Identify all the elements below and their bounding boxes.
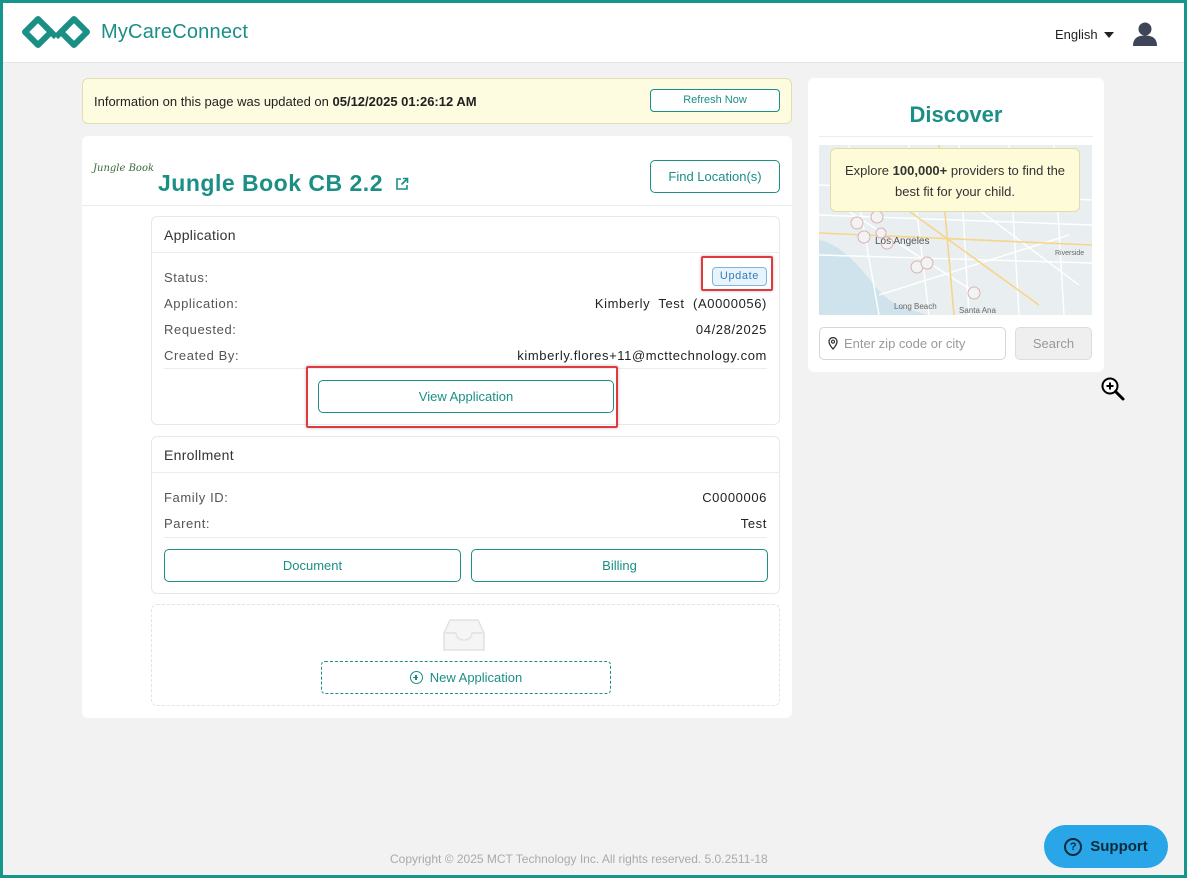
- map-label-los-angeles: Los Angeles: [875, 236, 930, 247]
- enrollment-section: Enrollment Family ID: C0000006 Parent: T…: [151, 436, 780, 594]
- copyright-text: Copyright © 2025 MCT Technology Inc. All…: [390, 852, 768, 866]
- find-locations-button[interactable]: Find Location(s): [650, 160, 780, 193]
- inbox-icon: [443, 619, 485, 651]
- family-id-label: Family ID:: [164, 490, 229, 505]
- created-by-row: Created By: kimberly.flores+11@mcttechno…: [164, 348, 767, 368]
- user-avatar-icon[interactable]: [1131, 21, 1159, 52]
- update-highlight: [701, 256, 773, 291]
- status-label: Status:: [164, 270, 209, 285]
- callout-prefix: Explore: [844, 163, 893, 178]
- requested-row: Requested: 04/28/2025: [164, 322, 767, 342]
- caret-down-icon: [1103, 31, 1114, 38]
- app-name: MyCareConnect: [101, 20, 249, 43]
- support-label: Support: [1090, 838, 1148, 855]
- family-id-row: Family ID: C0000006: [164, 490, 767, 510]
- application-value: Kimberly Test (A0000056): [594, 296, 767, 311]
- support-button[interactable]: ? Support: [1044, 825, 1168, 868]
- provider-logo: Jungle Book: [93, 163, 155, 174]
- discover-panel: Discover Los Angeles Long Beach Santa An…: [808, 78, 1104, 372]
- callout-count: 100,000+: [892, 163, 948, 178]
- enrollment-heading: Enrollment: [152, 437, 779, 473]
- banner-timestamp: 05/12/2025 01:26:12 AM: [332, 94, 477, 109]
- language-selector[interactable]: English: [1055, 27, 1114, 42]
- banner-prefix: Information on this page was updated on: [94, 94, 333, 109]
- parent-label: Parent:: [164, 516, 211, 531]
- language-label: English: [1055, 27, 1098, 42]
- parent-value: Test: [740, 516, 767, 531]
- requested-value: 04/28/2025: [695, 322, 767, 337]
- new-application-label: New Application: [429, 670, 523, 685]
- refresh-now-button[interactable]: Refresh Now: [650, 89, 780, 112]
- provider-name: Jungle Book CB 2.2: [158, 170, 383, 196]
- new-application-section: New Application: [151, 604, 780, 706]
- app-logo[interactable]: MyCareConnect: [21, 15, 248, 49]
- divider: [82, 205, 792, 206]
- logo-icon: [22, 16, 90, 48]
- provider-title[interactable]: Jungle Book CB 2.2: [158, 170, 409, 197]
- map-label-riverside: Riverside: [1055, 250, 1084, 257]
- application-label: Application:: [164, 296, 239, 311]
- created-by-label: Created By:: [164, 348, 240, 363]
- banner-text: Information on this page was updated on …: [94, 94, 477, 109]
- divider: [164, 537, 767, 538]
- map-label-long-beach: Long Beach: [894, 302, 937, 311]
- update-banner: Information on this page was updated on …: [82, 78, 792, 124]
- discover-callout: Explore 100,000+ providers to find the b…: [830, 148, 1080, 212]
- status-row: Status: Update: [164, 267, 767, 290]
- location-search-field[interactable]: [819, 327, 1006, 360]
- help-icon: ?: [1064, 837, 1083, 856]
- billing-button[interactable]: Billing: [471, 549, 768, 582]
- application-row: Application: Kimberly Test (A0000056): [164, 296, 767, 316]
- provider-map[interactable]: Los Angeles Long Beach Santa Ana Riversi…: [819, 145, 1092, 315]
- plus-circle-icon: [409, 671, 423, 684]
- created-by-value: kimberly.flores+11@mcttechnology.com: [517, 348, 767, 363]
- zoom-in-cursor-icon: [1101, 377, 1125, 401]
- external-link-icon[interactable]: [395, 177, 409, 191]
- requested-label: Requested:: [164, 322, 237, 337]
- top-bar: MyCareConnect English: [3, 3, 1184, 63]
- new-application-button[interactable]: New Application: [321, 661, 611, 694]
- discover-title: Discover: [909, 102, 1003, 127]
- application-heading: Application: [152, 217, 779, 253]
- zip-city-input[interactable]: [844, 336, 994, 351]
- parent-row: Parent: Test: [164, 516, 767, 536]
- divider: [819, 136, 1093, 137]
- location-pin-icon: [828, 337, 838, 350]
- family-id-value: C0000006: [702, 490, 767, 505]
- document-button[interactable]: Document: [164, 549, 461, 582]
- search-button[interactable]: Search: [1015, 327, 1092, 360]
- view-application-highlight: [306, 366, 618, 428]
- map-label-santa-ana: Santa Ana: [959, 306, 996, 315]
